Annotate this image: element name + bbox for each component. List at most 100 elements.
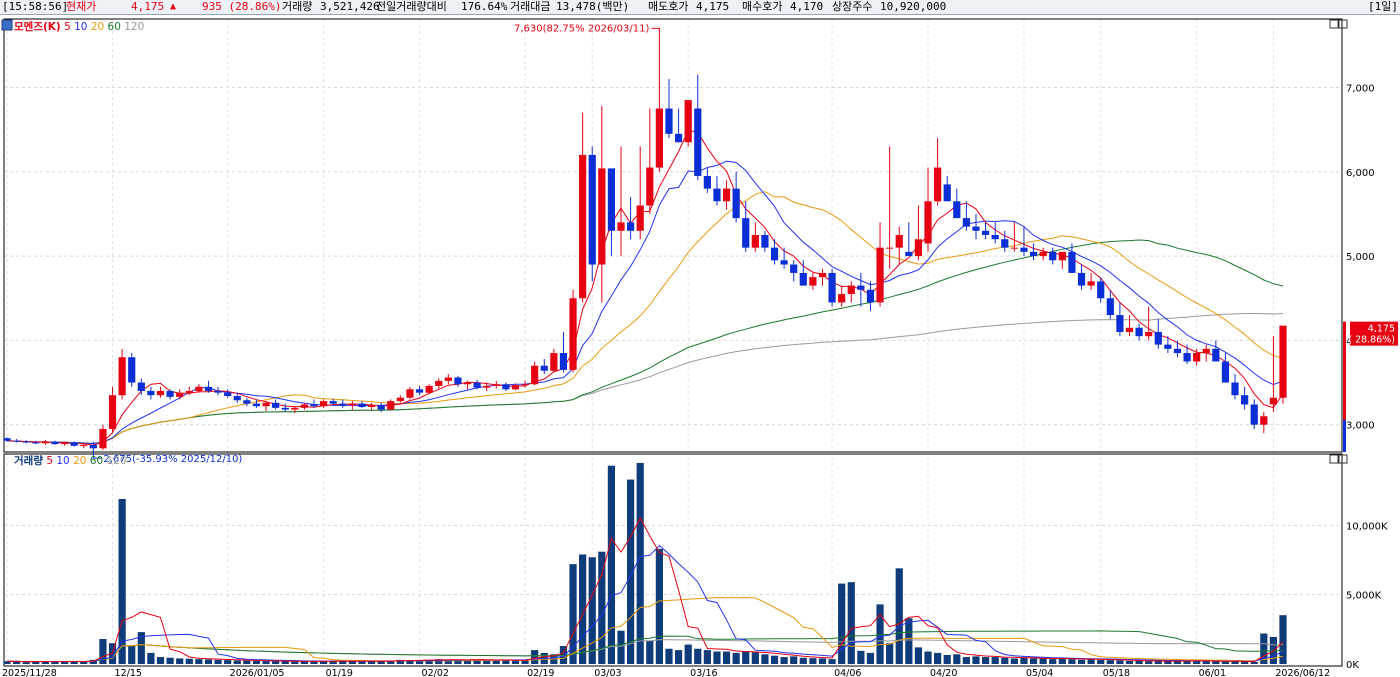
volume-bar	[1135, 660, 1143, 664]
candle-body	[1001, 239, 1009, 248]
candle-body	[291, 407, 299, 410]
volume-bar	[1125, 660, 1134, 664]
candle-body	[703, 175, 711, 189]
candle-body	[80, 444, 88, 446]
price-pane-menu-icon[interactable]	[1, 19, 13, 31]
volume-bar	[1221, 661, 1230, 664]
candle-body	[847, 285, 855, 295]
candle-body	[1183, 353, 1191, 362]
volume-bar	[531, 650, 539, 664]
chart-area[interactable]: 3,0004,0005,0006,0007,0000K5,000K10,000K…	[0, 15, 1400, 677]
volume-bar	[646, 640, 654, 664]
candle-body	[1077, 272, 1086, 286]
price-legend-ma120: 120	[124, 21, 145, 33]
volume-tick-label: 10,000K	[1346, 521, 1388, 532]
price-tick-label: 3,000	[1346, 421, 1375, 432]
volume-bar	[262, 661, 270, 664]
volume-bar	[857, 650, 865, 664]
candle-body	[12, 440, 21, 442]
candle-body	[531, 365, 539, 385]
candle-body	[934, 167, 942, 202]
volume-bar	[291, 661, 299, 664]
candle-body	[991, 235, 999, 240]
candle-body	[540, 365, 548, 371]
volume-tick-label: 5,000K	[1346, 591, 1382, 602]
volume-bar	[1068, 659, 1076, 664]
candle-body	[770, 247, 779, 261]
volume-bar	[521, 660, 529, 664]
volume-bar	[281, 661, 289, 664]
candle-body	[809, 277, 817, 286]
candle-body	[1212, 348, 1220, 362]
candle-body	[147, 390, 155, 396]
candle-body	[415, 389, 424, 393]
volume-bar	[1212, 661, 1220, 664]
candle-body	[569, 298, 577, 370]
candle-body	[895, 235, 903, 248]
time-tick-label: 05/04	[1026, 668, 1053, 677]
volume-bar	[799, 657, 807, 664]
candle-body	[176, 392, 184, 397]
candle-body	[876, 247, 884, 303]
candle-body	[300, 404, 309, 408]
last-price-label: 4,175	[1368, 324, 1395, 335]
volume-bar	[1058, 658, 1066, 664]
candle-body	[224, 392, 232, 397]
candle-body	[252, 403, 261, 407]
candle-body	[732, 188, 740, 219]
volume-bar	[204, 659, 213, 664]
stock-chart[interactable]: 3,0004,0005,0006,0007,0000K5,000K10,000K…	[0, 15, 1400, 677]
up-arrow-icon: ▲	[170, 1, 177, 12]
candle-body	[310, 404, 318, 407]
candle-body	[828, 272, 836, 303]
volume-bar	[511, 660, 520, 664]
candle-body	[588, 154, 596, 265]
candle-body	[185, 390, 193, 393]
candle-body	[886, 247, 894, 249]
amount-value: 13,478(백만)	[556, 0, 630, 13]
volume-label: 거래량	[282, 0, 313, 13]
candle-body	[1154, 331, 1162, 345]
candle-body	[60, 442, 69, 445]
volume-bar	[1154, 661, 1162, 664]
volume-bar	[991, 657, 999, 664]
candle-body	[435, 380, 443, 386]
volume-bar	[185, 658, 193, 664]
candle-body	[492, 384, 500, 386]
candle-body	[166, 390, 174, 397]
volume-legend-ma20: 20	[73, 455, 87, 467]
volume-bar	[118, 498, 126, 664]
candle-body	[646, 167, 654, 206]
volume-bar	[665, 648, 673, 664]
volume-bar	[22, 661, 30, 664]
candle-body	[607, 168, 616, 231]
volume-bar	[1020, 657, 1028, 664]
time-tick-label: 05/18	[1103, 668, 1130, 677]
price-tick-label: 5,000	[1346, 252, 1375, 263]
time-tick-label: 01/19	[326, 668, 353, 677]
volume-bar	[934, 652, 942, 664]
time-tick-label: 2025/11/28	[2, 668, 57, 677]
quote-info-bar: [15:58:56] 현재가 4,175 ▲ 935 (28.86%) 거래량 …	[0, 0, 1400, 15]
candle-body	[559, 353, 568, 370]
volume-bar	[972, 656, 980, 664]
candle-body	[1250, 404, 1258, 425]
volume-bar	[770, 655, 779, 664]
volume-bar	[838, 583, 846, 664]
volume-bar	[722, 651, 731, 664]
volume-bar	[636, 462, 644, 664]
candle-body	[444, 377, 452, 381]
volume-bar	[147, 652, 155, 664]
candle-body	[598, 168, 606, 265]
period-selector[interactable]: [1일]	[1368, 0, 1398, 14]
candle-body	[1135, 327, 1143, 337]
volume-bar	[895, 568, 903, 664]
candle-body	[425, 385, 433, 393]
candle-body	[1020, 247, 1028, 252]
volume-bar	[953, 654, 961, 664]
candle-body	[22, 441, 30, 443]
volume-bar	[1049, 659, 1057, 664]
amount-label: 거래대금	[510, 0, 551, 13]
volume-bar	[1010, 658, 1018, 664]
volume-bar	[166, 657, 174, 664]
